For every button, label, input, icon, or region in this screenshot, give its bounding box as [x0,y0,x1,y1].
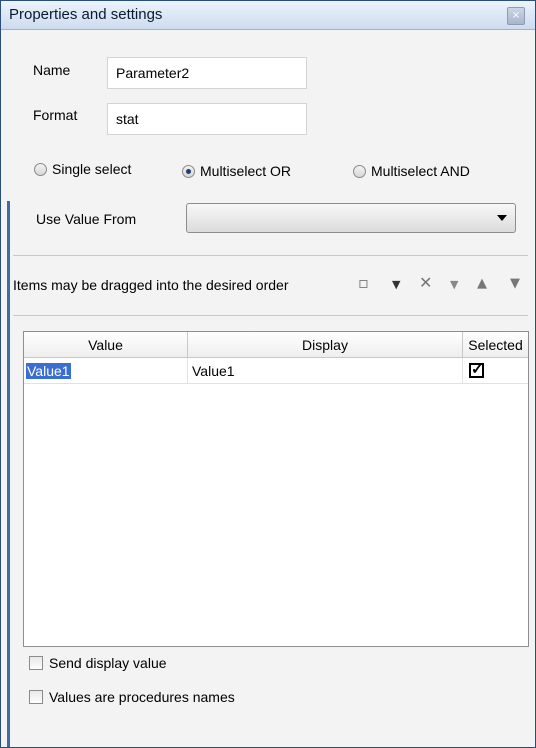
checkbox[interactable] [29,690,43,704]
single-select-radio[interactable]: Single select [34,161,131,177]
new-dropdown-icon[interactable]: ▼ [392,278,400,291]
window-title: Properties and settings [9,6,163,23]
multiselect-or-label: Multiselect OR [200,163,292,179]
properties-dialog: Properties and settings × Name Parameter… [0,0,536,748]
title-bar[interactable]: Properties and settings × [1,1,535,30]
radio-circle[interactable] [34,162,47,176]
procedures-names-label: Values are procedures names [49,689,235,705]
format-input[interactable]: stat [107,103,307,135]
close-button[interactable]: × [507,7,525,25]
divider [13,255,528,256]
radio-circle-selected[interactable] [182,164,195,178]
name-input[interactable]: Parameter2 [107,57,307,89]
format-label: Format [33,107,78,123]
multiselect-and-radio[interactable]: Multiselect AND [353,163,470,179]
move-down-icon[interactable]: ▼ [510,276,520,291]
column-header-selected[interactable]: Selected [463,332,528,358]
procedures-names-option[interactable]: Values are procedures names [29,689,235,705]
table-row-cell-selected[interactable]: ✓ [463,358,528,384]
delete-dropdown-icon[interactable]: ▼ [450,278,458,291]
left-resize-edge[interactable] [7,201,10,747]
divider [13,315,528,316]
multiselect-and-label: Multiselect AND [371,163,470,179]
selected-checkbox[interactable]: ✓ [469,362,484,378]
checkbox[interactable] [29,656,43,670]
table-row-cell-value[interactable]: Value1 [24,358,188,384]
values-grid[interactable]: Value Display Selected Value1 Value1 ✓ [23,331,529,647]
column-header-display[interactable]: Display [188,332,463,358]
radio-circle[interactable] [353,164,366,178]
use-value-from-dropdown[interactable] [186,203,516,233]
new-item-icon[interactable]: ▫ [358,273,369,292]
cell-value-text: Value1 [26,363,71,379]
send-display-value-option[interactable]: Send display value [29,655,167,671]
single-select-label: Single select [52,161,132,177]
delete-icon[interactable]: ✕ [419,273,432,292]
multiselect-or-radio[interactable]: Multiselect OR [182,163,291,179]
name-label: Name [33,62,71,78]
column-header-value[interactable]: Value [24,332,188,358]
drag-hint-text: Items may be dragged into the desired or… [13,277,289,293]
chevron-down-icon[interactable] [497,215,507,221]
send-display-value-label: Send display value [49,655,167,671]
use-value-from-label: Use Value From [36,211,137,227]
move-up-icon[interactable]: ▲ [477,276,487,291]
table-row-cell-display[interactable]: Value1 [188,358,463,384]
